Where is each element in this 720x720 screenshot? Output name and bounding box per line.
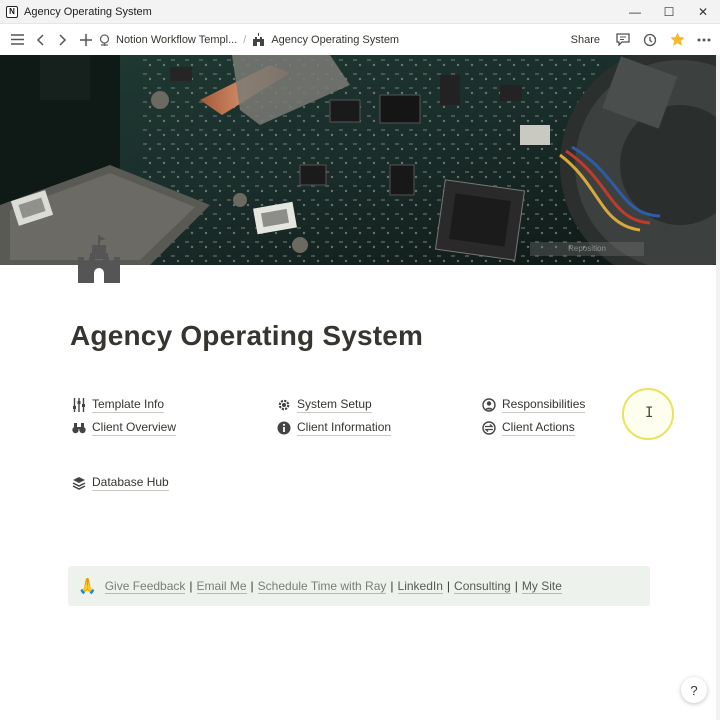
separator: | <box>390 579 394 593</box>
separator: | <box>514 579 518 593</box>
help-button[interactable]: ? <box>681 677 707 703</box>
sliders-icon <box>72 398 86 412</box>
linkedin-link[interactable]: LinkedIn <box>397 579 443 594</box>
stack-icon <box>72 476 86 490</box>
link-client-actions[interactable]: Client Actions <box>482 419 575 437</box>
page-castle-icon[interactable] <box>76 235 122 283</box>
minimize-button[interactable]: — <box>618 0 652 24</box>
comment-icon[interactable] <box>613 30 633 50</box>
window-title: Agency Operating System <box>24 5 152 18</box>
close-button[interactable]: ✕ <box>686 0 720 24</box>
consulting-link[interactable]: Consulting <box>454 579 511 594</box>
links-callout: 🙏 Give Feedback | Email Me | Schedule Ti… <box>68 566 650 606</box>
link-client-information[interactable]: Client Information <box>277 419 392 437</box>
circuit-board-illustration <box>0 55 716 265</box>
notion-logo-icon: N <box>6 5 18 18</box>
share-button[interactable]: Share <box>571 34 600 46</box>
separator: | <box>446 579 451 593</box>
page-title[interactable]: Agency Operating System <box>70 320 423 352</box>
back-icon[interactable] <box>30 30 50 50</box>
praying-hands-icon: 🙏 <box>78 578 97 595</box>
link-system-setup[interactable]: System Setup <box>277 396 372 414</box>
gear-icon <box>277 398 291 412</box>
forward-icon[interactable] <box>53 30 73 50</box>
link-template-info[interactable]: Template Info <box>72 396 165 414</box>
reposition-button[interactable]: Reposition <box>530 242 644 256</box>
menu-icon[interactable] <box>7 30 27 50</box>
maximize-button[interactable]: ☐ <box>652 0 686 24</box>
schedule-time-link[interactable]: Schedule Time with Ray <box>257 579 387 594</box>
favorite-star-icon[interactable] <box>667 30 687 50</box>
title-bar: N Agency Operating System — ☐ ✕ <box>0 0 720 24</box>
plus-icon[interactable] <box>76 30 96 50</box>
breadcrumb-item-agency[interactable]: Agency Operating System <box>252 33 399 46</box>
binoculars-icon <box>72 421 86 435</box>
castle-icon <box>252 33 265 46</box>
separator: | <box>250 579 254 593</box>
breadcrumb-item-workflow[interactable]: Notion Workflow Templ... <box>96 33 237 46</box>
history-clock-icon[interactable] <box>640 30 660 50</box>
breadcrumb-separator: / <box>243 33 247 46</box>
window-controls: — ☐ ✕ <box>618 0 720 24</box>
cover-image[interactable]: Reposition <box>0 55 716 265</box>
info-icon <box>277 421 291 435</box>
link-client-overview[interactable]: Client Overview <box>72 419 177 437</box>
top-toolbar: Notion Workflow Templ... / Agency Operat… <box>0 24 720 55</box>
chip-icon <box>98 33 111 46</box>
link-label: Template Info <box>92 397 165 413</box>
link-label: Client Information <box>297 420 392 436</box>
link-label: Responsibilities <box>502 397 586 413</box>
separator: | <box>189 579 193 593</box>
email-me-link[interactable]: Email Me <box>196 579 247 594</box>
link-label: Database Hub <box>92 475 169 491</box>
more-options-icon[interactable] <box>694 30 714 50</box>
page-scrollbar[interactable] <box>716 55 720 720</box>
link-label: Client Actions <box>502 420 575 436</box>
text-cursor-icon: I <box>645 405 654 421</box>
link-label: System Setup <box>297 397 372 413</box>
link-label: Client Overview <box>92 420 177 436</box>
give-feedback-link[interactable]: Give Feedback <box>104 579 186 594</box>
breadcrumb-label: Notion Workflow Templ... <box>116 33 238 46</box>
toolbar-actions: Share <box>571 24 714 55</box>
link-responsibilities[interactable]: Responsibilities <box>482 396 586 414</box>
link-database-hub[interactable]: Database Hub <box>72 474 169 492</box>
user-circle-icon <box>482 398 496 412</box>
breadcrumb-label: Agency Operating System <box>271 33 400 46</box>
swap-icon <box>482 421 496 435</box>
my-site-link[interactable]: My Site <box>521 579 562 594</box>
app-window: N Agency Operating System — ☐ ✕ Notion W… <box>0 0 720 720</box>
